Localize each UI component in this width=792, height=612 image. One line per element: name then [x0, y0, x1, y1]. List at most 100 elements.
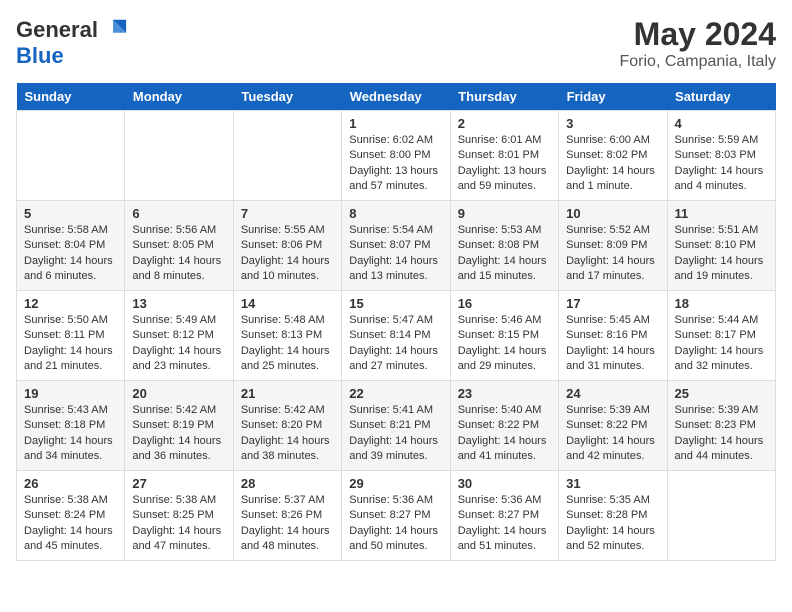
week-row-3: 12 Sunrise: 5:50 AM Sunset: 8:11 PM Dayli… — [17, 291, 776, 381]
day-info: Sunrise: 5:58 AM Sunset: 8:04 PM Dayligh… — [24, 223, 117, 285]
day-info: Sunrise: 5:36 AM Sunset: 8:27 PM Dayligh… — [458, 493, 551, 555]
logo-icon — [100, 16, 128, 44]
day-number: 16 — [458, 296, 551, 311]
day-cell: 7Sunrise: 5:55 AM Sunset: 8:06 PM Daylig… — [233, 201, 341, 291]
week-row-4: 19 Sunrise: 5:43 AM Sunset: 8:18 PM Dayli… — [17, 381, 776, 471]
day-number: 13 — [132, 296, 225, 311]
day-number: 10 — [566, 206, 659, 221]
header-row: SundayMondayTuesdayWednesdayThursdayFrid… — [17, 83, 776, 111]
day-number: 15 — [349, 296, 442, 311]
day-info: Sunrise: 5:38 AM Sunset: 8:24 PM Dayligh… — [24, 493, 117, 555]
weekday-header-thursday: Thursday — [450, 83, 558, 111]
day-cell: 15 Sunrise: 5:47 AM Sunset: 8:14 PM Dayli… — [342, 291, 450, 381]
day-number: 2 — [458, 116, 551, 131]
day-info: Sunrise: 5:46 AM Sunset: 8:15 PM Dayligh… — [458, 313, 551, 375]
day-info: Sunrise: 5:51 AM Sunset: 8:10 PM Dayligh… — [675, 223, 768, 285]
day-info: Sunrise: 5:54 AM Sunset: 8:07 PM Dayligh… — [349, 223, 442, 285]
day-cell: 19 Sunrise: 5:43 AM Sunset: 8:18 PM Dayli… — [17, 381, 125, 471]
day-cell: 4 Sunrise: 5:59 AM Sunset: 8:03 PM Daylig… — [667, 111, 775, 201]
logo: General Blue — [16, 16, 128, 68]
day-info: Sunrise: 5:56 AM Sunset: 8:05 PM Dayligh… — [132, 223, 225, 285]
day-info: Sunrise: 5:50 AM Sunset: 8:11 PM Dayligh… — [24, 313, 117, 375]
day-info: Sunrise: 5:59 AM Sunset: 8:03 PM Dayligh… — [675, 133, 768, 195]
day-info: Sunrise: 5:37 AM Sunset: 8:26 PM Dayligh… — [241, 493, 334, 555]
day-cell: 13Sunrise: 5:49 AM Sunset: 8:12 PM Dayli… — [125, 291, 233, 381]
day-info: Sunrise: 5:44 AM Sunset: 8:17 PM Dayligh… — [675, 313, 768, 375]
day-number: 19 — [24, 386, 117, 401]
day-number: 22 — [349, 386, 442, 401]
day-cell — [233, 111, 341, 201]
day-info: Sunrise: 5:48 AM Sunset: 8:13 PM Dayligh… — [241, 313, 334, 375]
day-cell: 2 Sunrise: 6:01 AM Sunset: 8:01 PM Daylig… — [450, 111, 558, 201]
day-cell: 17Sunrise: 5:45 AM Sunset: 8:16 PM Dayli… — [559, 291, 667, 381]
day-number: 29 — [349, 476, 442, 491]
day-cell: 1Sunrise: 6:02 AM Sunset: 8:00 PM Daylig… — [342, 111, 450, 201]
day-cell: 5 Sunrise: 5:58 AM Sunset: 8:04 PM Daylig… — [17, 201, 125, 291]
weekday-header-saturday: Saturday — [667, 83, 775, 111]
day-number: 8 — [349, 206, 442, 221]
day-cell: 28 Sunrise: 5:37 AM Sunset: 8:26 PM Dayli… — [233, 471, 341, 561]
day-number: 11 — [675, 206, 768, 221]
location: Forio, Campania, Italy — [619, 53, 776, 71]
day-number: 27 — [132, 476, 225, 491]
day-number: 18 — [675, 296, 768, 311]
week-row-2: 5 Sunrise: 5:58 AM Sunset: 8:04 PM Daylig… — [17, 201, 776, 291]
day-info: Sunrise: 5:43 AM Sunset: 8:18 PM Dayligh… — [24, 403, 117, 465]
day-cell: 24 Sunrise: 5:39 AM Sunset: 8:22 PM Dayli… — [559, 381, 667, 471]
month-year: May 2024 — [619, 16, 776, 53]
day-cell: 11 Sunrise: 5:51 AM Sunset: 8:10 PM Dayli… — [667, 201, 775, 291]
day-cell: 30Sunrise: 5:36 AM Sunset: 8:27 PM Dayli… — [450, 471, 558, 561]
day-number: 4 — [675, 116, 768, 131]
weekday-header-friday: Friday — [559, 83, 667, 111]
day-number: 23 — [458, 386, 551, 401]
day-number: 24 — [566, 386, 659, 401]
day-info: Sunrise: 5:35 AM Sunset: 8:28 PM Dayligh… — [566, 493, 659, 555]
weekday-header-sunday: Sunday — [17, 83, 125, 111]
day-number: 9 — [458, 206, 551, 221]
day-info: Sunrise: 5:45 AM Sunset: 8:16 PM Dayligh… — [566, 313, 659, 375]
day-cell: 27Sunrise: 5:38 AM Sunset: 8:25 PM Dayli… — [125, 471, 233, 561]
day-cell: 20Sunrise: 5:42 AM Sunset: 8:19 PM Dayli… — [125, 381, 233, 471]
day-cell: 3 Sunrise: 6:00 AM Sunset: 8:02 PM Daylig… — [559, 111, 667, 201]
logo-blue: Blue — [16, 43, 64, 68]
day-number: 12 — [24, 296, 117, 311]
day-info: Sunrise: 5:47 AM Sunset: 8:14 PM Dayligh… — [349, 313, 442, 375]
day-cell: 26 Sunrise: 5:38 AM Sunset: 8:24 PM Dayli… — [17, 471, 125, 561]
day-cell: 29 Sunrise: 5:36 AM Sunset: 8:27 PM Dayli… — [342, 471, 450, 561]
logo-general: General — [16, 18, 98, 42]
day-cell: 9Sunrise: 5:53 AM Sunset: 8:08 PM Daylig… — [450, 201, 558, 291]
day-info: Sunrise: 5:39 AM Sunset: 8:22 PM Dayligh… — [566, 403, 659, 465]
day-number: 14 — [241, 296, 334, 311]
day-cell: 14 Sunrise: 5:48 AM Sunset: 8:13 PM Dayli… — [233, 291, 341, 381]
day-info: Sunrise: 5:41 AM Sunset: 8:21 PM Dayligh… — [349, 403, 442, 465]
day-info: Sunrise: 6:00 AM Sunset: 8:02 PM Dayligh… — [566, 133, 659, 195]
week-row-5: 26 Sunrise: 5:38 AM Sunset: 8:24 PM Dayli… — [17, 471, 776, 561]
day-number: 31 — [566, 476, 659, 491]
day-info: Sunrise: 5:42 AM Sunset: 8:20 PM Dayligh… — [241, 403, 334, 465]
day-cell: 25Sunrise: 5:39 AM Sunset: 8:23 PM Dayli… — [667, 381, 775, 471]
day-number: 20 — [132, 386, 225, 401]
day-cell: 16 Sunrise: 5:46 AM Sunset: 8:15 PM Dayli… — [450, 291, 558, 381]
weekday-header-monday: Monday — [125, 83, 233, 111]
day-info: Sunrise: 5:52 AM Sunset: 8:09 PM Dayligh… — [566, 223, 659, 285]
day-cell: 6 Sunrise: 5:56 AM Sunset: 8:05 PM Daylig… — [125, 201, 233, 291]
day-cell: 22 Sunrise: 5:41 AM Sunset: 8:21 PM Dayli… — [342, 381, 450, 471]
weekday-header-tuesday: Tuesday — [233, 83, 341, 111]
day-cell — [17, 111, 125, 201]
day-number: 6 — [132, 206, 225, 221]
day-info: Sunrise: 6:01 AM Sunset: 8:01 PM Dayligh… — [458, 133, 551, 195]
calendar-table: SundayMondayTuesdayWednesdayThursdayFrid… — [16, 83, 776, 561]
day-number: 3 — [566, 116, 659, 131]
day-number: 26 — [24, 476, 117, 491]
day-cell: 10 Sunrise: 5:52 AM Sunset: 8:09 PM Dayli… — [559, 201, 667, 291]
day-number: 5 — [24, 206, 117, 221]
day-number: 28 — [241, 476, 334, 491]
day-cell — [667, 471, 775, 561]
title-block: May 2024 Forio, Campania, Italy — [619, 16, 776, 71]
day-cell: 23Sunrise: 5:40 AM Sunset: 8:22 PM Dayli… — [450, 381, 558, 471]
day-cell: 18 Sunrise: 5:44 AM Sunset: 8:17 PM Dayli… — [667, 291, 775, 381]
week-row-1: 1Sunrise: 6:02 AM Sunset: 8:00 PM Daylig… — [17, 111, 776, 201]
day-info: Sunrise: 6:02 AM Sunset: 8:00 PM Dayligh… — [349, 133, 442, 195]
day-info: Sunrise: 5:36 AM Sunset: 8:27 PM Dayligh… — [349, 493, 442, 555]
day-cell: 8 Sunrise: 5:54 AM Sunset: 8:07 PM Daylig… — [342, 201, 450, 291]
